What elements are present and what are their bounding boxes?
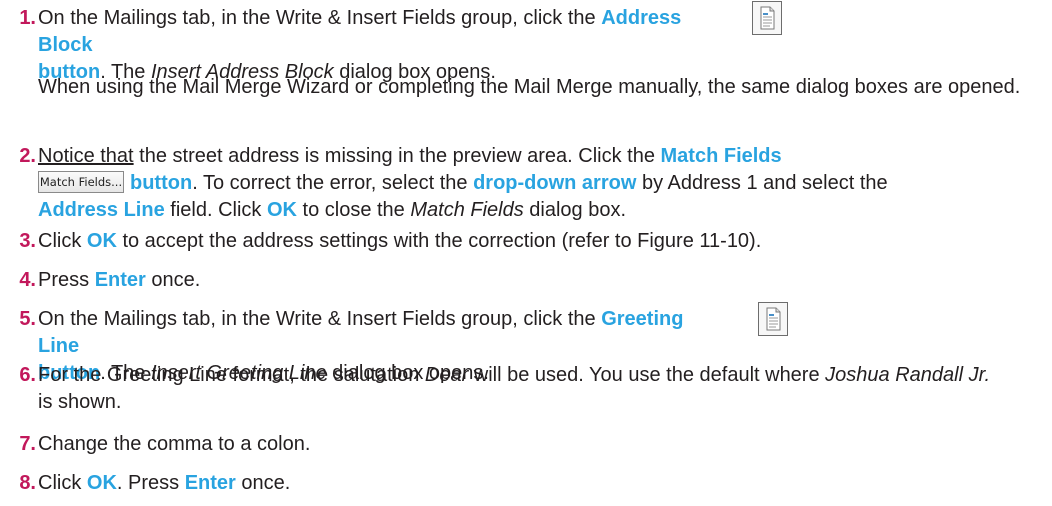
step-text: For the Greeting Line format, the saluta…: [38, 364, 991, 413]
greeting-line-document-icon: [758, 302, 788, 336]
step-1-note: When using the Mail Merge Wizard or comp…: [38, 76, 1021, 98]
address-block-document-icon: [752, 1, 782, 35]
step-number: 4.: [19, 269, 36, 291]
instruction-page: 1. On the Mailings tab, in the Write & I…: [0, 0, 1052, 506]
step-number: 8.: [19, 472, 36, 494]
match-fields-button[interactable]: Match Fields...: [38, 170, 124, 193]
step-number: 2.: [19, 145, 36, 167]
step-text: Notice that the street address is missin…: [38, 145, 888, 221]
step-text: Click OK to accept the address settings …: [38, 230, 762, 252]
step-number: 7.: [19, 433, 36, 455]
step-number: 3.: [19, 230, 36, 252]
step-text: Press Enter once.: [38, 269, 201, 291]
step-number: 1.: [19, 7, 36, 29]
step-text: Click OK. Press Enter once.: [38, 472, 291, 494]
step-text: Change the comma to a colon.: [38, 433, 311, 455]
step-number: 6.: [19, 364, 36, 386]
step-number: 5.: [19, 308, 36, 330]
